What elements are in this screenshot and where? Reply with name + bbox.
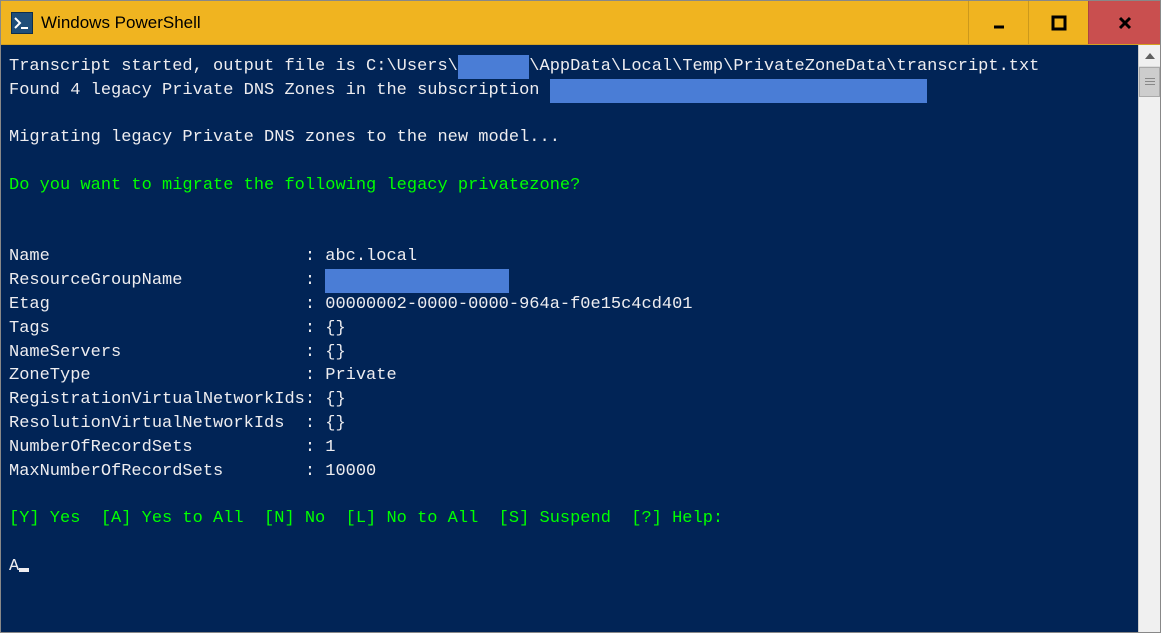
property-row: Name : abc.local — [9, 245, 1130, 269]
scroll-thumb[interactable] — [1139, 67, 1160, 97]
scroll-track[interactable] — [1139, 97, 1160, 632]
titlebar-left: Windows PowerShell — [1, 12, 201, 34]
output-line: Migrating legacy Private DNS zones to th… — [9, 128, 560, 147]
property-row: Etag : 00000002-0000-0000-964a-f0e15c4cd… — [9, 293, 1130, 317]
property-row: ResolutionVirtualNetworkIds : {} — [9, 412, 1130, 436]
property-row: ZoneType : Private — [9, 364, 1130, 388]
user-input[interactable]: A — [9, 557, 19, 576]
prompt-options: [Y] Yes [A] Yes to All [N] No [L] No to … — [9, 509, 723, 528]
output-line: Transcript started, output file is C:\Us… — [9, 57, 1039, 76]
minimize-button[interactable] — [968, 1, 1028, 44]
redacted-subscription: xxxxxxxxxxxxxxxxxxxxxxxxxxxxxxxxxxxxx — [550, 79, 927, 103]
maximize-button[interactable] — [1028, 1, 1088, 44]
property-row: MaxNumberOfRecordSets : 10000 — [9, 460, 1130, 484]
window-title: Windows PowerShell — [41, 13, 201, 33]
property-row: Tags : {} — [9, 317, 1130, 341]
titlebar[interactable]: Windows PowerShell — [1, 1, 1160, 45]
property-row: NumberOfRecordSets : 1 — [9, 436, 1130, 460]
property-row: NameServers : {} — [9, 341, 1130, 365]
property-row: RegistrationVirtualNetworkIds: {} — [9, 388, 1130, 412]
close-button[interactable] — [1088, 1, 1160, 44]
output-line: Found 4 legacy Private DNS Zones in the … — [9, 81, 927, 100]
window-controls — [968, 1, 1160, 44]
cursor — [19, 568, 29, 572]
powershell-icon — [11, 12, 33, 34]
prompt-question: Do you want to migrate the following leg… — [9, 176, 580, 195]
terminal[interactable]: Transcript started, output file is C:\Us… — [1, 45, 1138, 632]
redacted-value: xxxxxxxxxxxxxxxxxx — [325, 269, 509, 293]
property-row: ResourceGroupName : xxxxxxxxxxxxxxxxxx — [9, 269, 1130, 293]
redacted-username: xxxxxxx — [458, 55, 529, 79]
scroll-up-button[interactable] — [1139, 45, 1160, 67]
content-area: Transcript started, output file is C:\Us… — [1, 45, 1160, 632]
scrollbar[interactable] — [1138, 45, 1160, 632]
powershell-window: Windows PowerShell Transcript started, o… — [0, 0, 1161, 633]
property-list: Name : abc.localResourceGroupName : xxxx… — [9, 245, 1130, 483]
